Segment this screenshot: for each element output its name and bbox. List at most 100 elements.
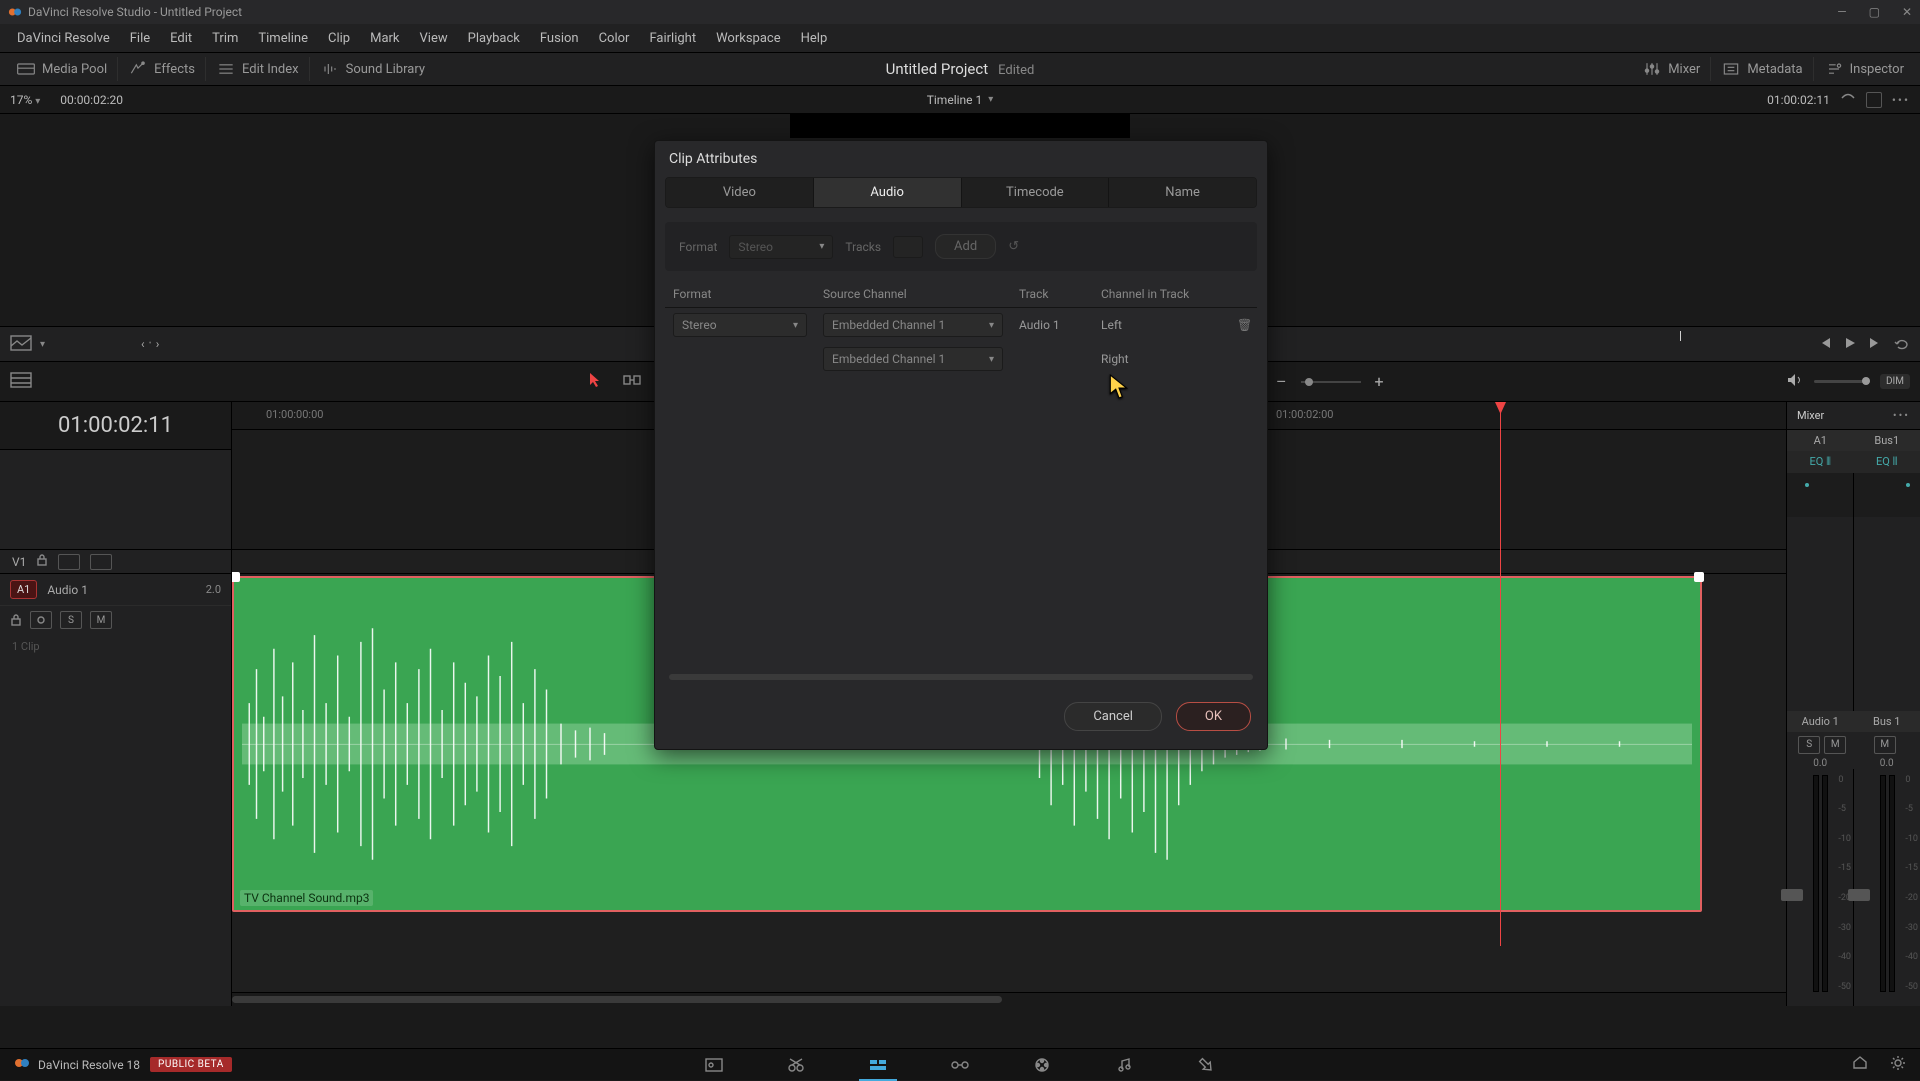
settings-icon[interactable] xyxy=(1890,1055,1906,1074)
timeline-view-icon[interactable] xyxy=(10,372,32,392)
pan-a1[interactable] xyxy=(1787,473,1853,517)
tab-audio[interactable]: Audio xyxy=(814,178,962,207)
menu-view[interactable]: View xyxy=(411,27,457,50)
grid-body: Stereo▾ Embedded Channel 1▾ Audio 1 Left… xyxy=(655,308,1267,680)
tracks-count-input xyxy=(893,236,923,258)
mixer-options[interactable]: ••• xyxy=(1893,409,1910,422)
chevron-down-icon: ▾ xyxy=(35,96,40,107)
menu-fusion[interactable]: Fusion xyxy=(531,27,588,50)
viewer-thumbnail xyxy=(790,114,1130,138)
lock-icon[interactable] xyxy=(36,554,48,569)
minimize-button[interactable]: — xyxy=(1837,5,1846,19)
mute-bus1[interactable]: M xyxy=(1874,736,1896,754)
fusion-page-icon[interactable] xyxy=(949,1056,971,1074)
fader-bus1[interactable]: 0-5-10-15-20-30-40-50 xyxy=(1854,769,1920,1007)
cancel-button[interactable]: Cancel xyxy=(1064,702,1162,731)
single-viewer-icon[interactable] xyxy=(1866,92,1882,108)
timeline-zoom: – + xyxy=(1276,372,1384,391)
menu-file[interactable]: File xyxy=(121,27,159,50)
fader-a1[interactable]: 0-5-10-15-20-30-40-50 xyxy=(1787,769,1853,1007)
row-source-dropdown[interactable]: Embedded Channel 1▾ xyxy=(823,347,1003,371)
prev-clip-button[interactable]: ‹ xyxy=(141,337,145,351)
options-menu[interactable]: ••• xyxy=(1892,93,1910,107)
menu-edit[interactable]: Edit xyxy=(161,27,201,50)
ok-button[interactable]: OK xyxy=(1176,702,1251,731)
timeline-timecode: 01:00:02:11 xyxy=(0,402,231,450)
pan-bus1[interactable] xyxy=(1854,473,1920,517)
first-frame-button[interactable] xyxy=(1818,337,1832,352)
maximize-button[interactable]: ▢ xyxy=(1869,5,1880,19)
zoom-out-button[interactable]: – xyxy=(1276,372,1287,391)
sound-library-toggle[interactable]: Sound Library xyxy=(309,57,435,81)
color-page-icon[interactable] xyxy=(1031,1056,1053,1074)
metadata-toggle[interactable]: Metadata xyxy=(1710,57,1812,81)
row-format-dropdown[interactable]: Stereo▾ xyxy=(673,313,807,337)
tab-timecode[interactable]: Timecode xyxy=(962,178,1110,207)
effects-toggle[interactable]: Effects xyxy=(117,57,205,81)
audio-track-header[interactable]: A1 Audio 1 2.0 xyxy=(0,574,231,606)
close-button[interactable]: ✕ xyxy=(1902,5,1912,19)
next-clip-button[interactable]: › xyxy=(156,337,160,351)
loop-button[interactable] xyxy=(1894,336,1910,353)
scrubber-marker xyxy=(1680,331,1681,341)
mute-button[interactable]: M xyxy=(90,611,112,629)
menu-davinci[interactable]: DaVinci Resolve xyxy=(8,27,119,50)
scroll-thumb[interactable] xyxy=(232,996,1002,1003)
project-title: Untitled Project Edited xyxy=(886,60,1035,78)
menu-mark[interactable]: Mark xyxy=(361,27,408,50)
timeline-selector[interactable]: Timeline 1 ▾ xyxy=(927,93,994,107)
menu-playback[interactable]: Playback xyxy=(459,27,529,50)
bypass-icon[interactable] xyxy=(1840,91,1856,108)
media-page-icon[interactable] xyxy=(703,1056,725,1074)
solo-button[interactable]: S xyxy=(60,611,82,629)
playhead[interactable] xyxy=(1500,402,1501,946)
edit-index-toggle[interactable]: Edit Index xyxy=(205,57,309,81)
zoom-in-button[interactable]: + xyxy=(1375,372,1384,391)
menu-trim[interactable]: Trim xyxy=(203,27,247,50)
track-view-b[interactable] xyxy=(90,554,112,570)
auto-select-button[interactable] xyxy=(30,611,52,629)
menu-timeline[interactable]: Timeline xyxy=(249,27,317,50)
add-track-row: Format Stereo▾ Tracks Add ↺ xyxy=(665,222,1257,271)
zoom-slider[interactable] xyxy=(1301,381,1361,383)
row-source-dropdown[interactable]: Embedded Channel 1▾ xyxy=(823,313,1003,337)
last-frame-button[interactable] xyxy=(1868,337,1882,352)
col-source: Source Channel xyxy=(815,281,1011,308)
lock-icon[interactable] xyxy=(10,611,22,630)
dim-button[interactable]: DIM xyxy=(1880,374,1910,389)
eq-a1[interactable]: EQ ⦀ xyxy=(1787,451,1854,473)
zoom-percent[interactable]: 17% ▾ xyxy=(10,93,40,107)
volume-slider[interactable] xyxy=(1814,380,1870,383)
home-icon[interactable] xyxy=(1852,1055,1868,1074)
inspector-toggle[interactable]: Inspector xyxy=(1813,57,1914,81)
track-view-a[interactable] xyxy=(58,554,80,570)
page-switcher xyxy=(703,1056,1217,1074)
speaker-icon[interactable] xyxy=(1786,372,1804,391)
edit-page-icon[interactable] xyxy=(867,1056,889,1074)
fairlight-page-icon[interactable] xyxy=(1113,1056,1135,1074)
mixer-toggle[interactable]: Mixer xyxy=(1632,57,1710,81)
image-mode-icon[interactable] xyxy=(10,335,32,354)
menu-color[interactable]: Color xyxy=(590,27,639,50)
tab-name[interactable]: Name xyxy=(1109,178,1256,207)
play-button[interactable] xyxy=(1844,337,1856,352)
video-track-header[interactable]: V1 xyxy=(0,550,231,574)
eq-bus1[interactable]: EQ ⦀ xyxy=(1854,451,1920,473)
deliver-page-icon[interactable] xyxy=(1195,1056,1217,1074)
track-headers: 01:00:02:11 V1 A1 Audio 1 2.0 S M 1 Clip xyxy=(0,402,232,1006)
chevron-down-icon[interactable]: ▾ xyxy=(40,339,45,350)
menu-fairlight[interactable]: Fairlight xyxy=(640,27,705,50)
link-tool-icon[interactable] xyxy=(622,372,642,392)
media-pool-toggle[interactable]: Media Pool xyxy=(6,57,117,81)
mute-a1[interactable]: M xyxy=(1824,736,1846,754)
timeline-scrollbar[interactable] xyxy=(232,992,1786,1006)
menu-clip[interactable]: Clip xyxy=(319,27,359,50)
cut-page-icon[interactable] xyxy=(785,1056,807,1074)
solo-a1[interactable]: S xyxy=(1798,736,1820,754)
menu-workspace[interactable]: Workspace xyxy=(707,27,790,50)
delete-row-button[interactable]: 🗑 xyxy=(1237,318,1252,332)
menu-help[interactable]: Help xyxy=(792,27,837,50)
tab-video[interactable]: Video xyxy=(666,178,814,207)
selection-tool-icon[interactable] xyxy=(588,372,602,392)
effects-icon xyxy=(128,61,148,77)
